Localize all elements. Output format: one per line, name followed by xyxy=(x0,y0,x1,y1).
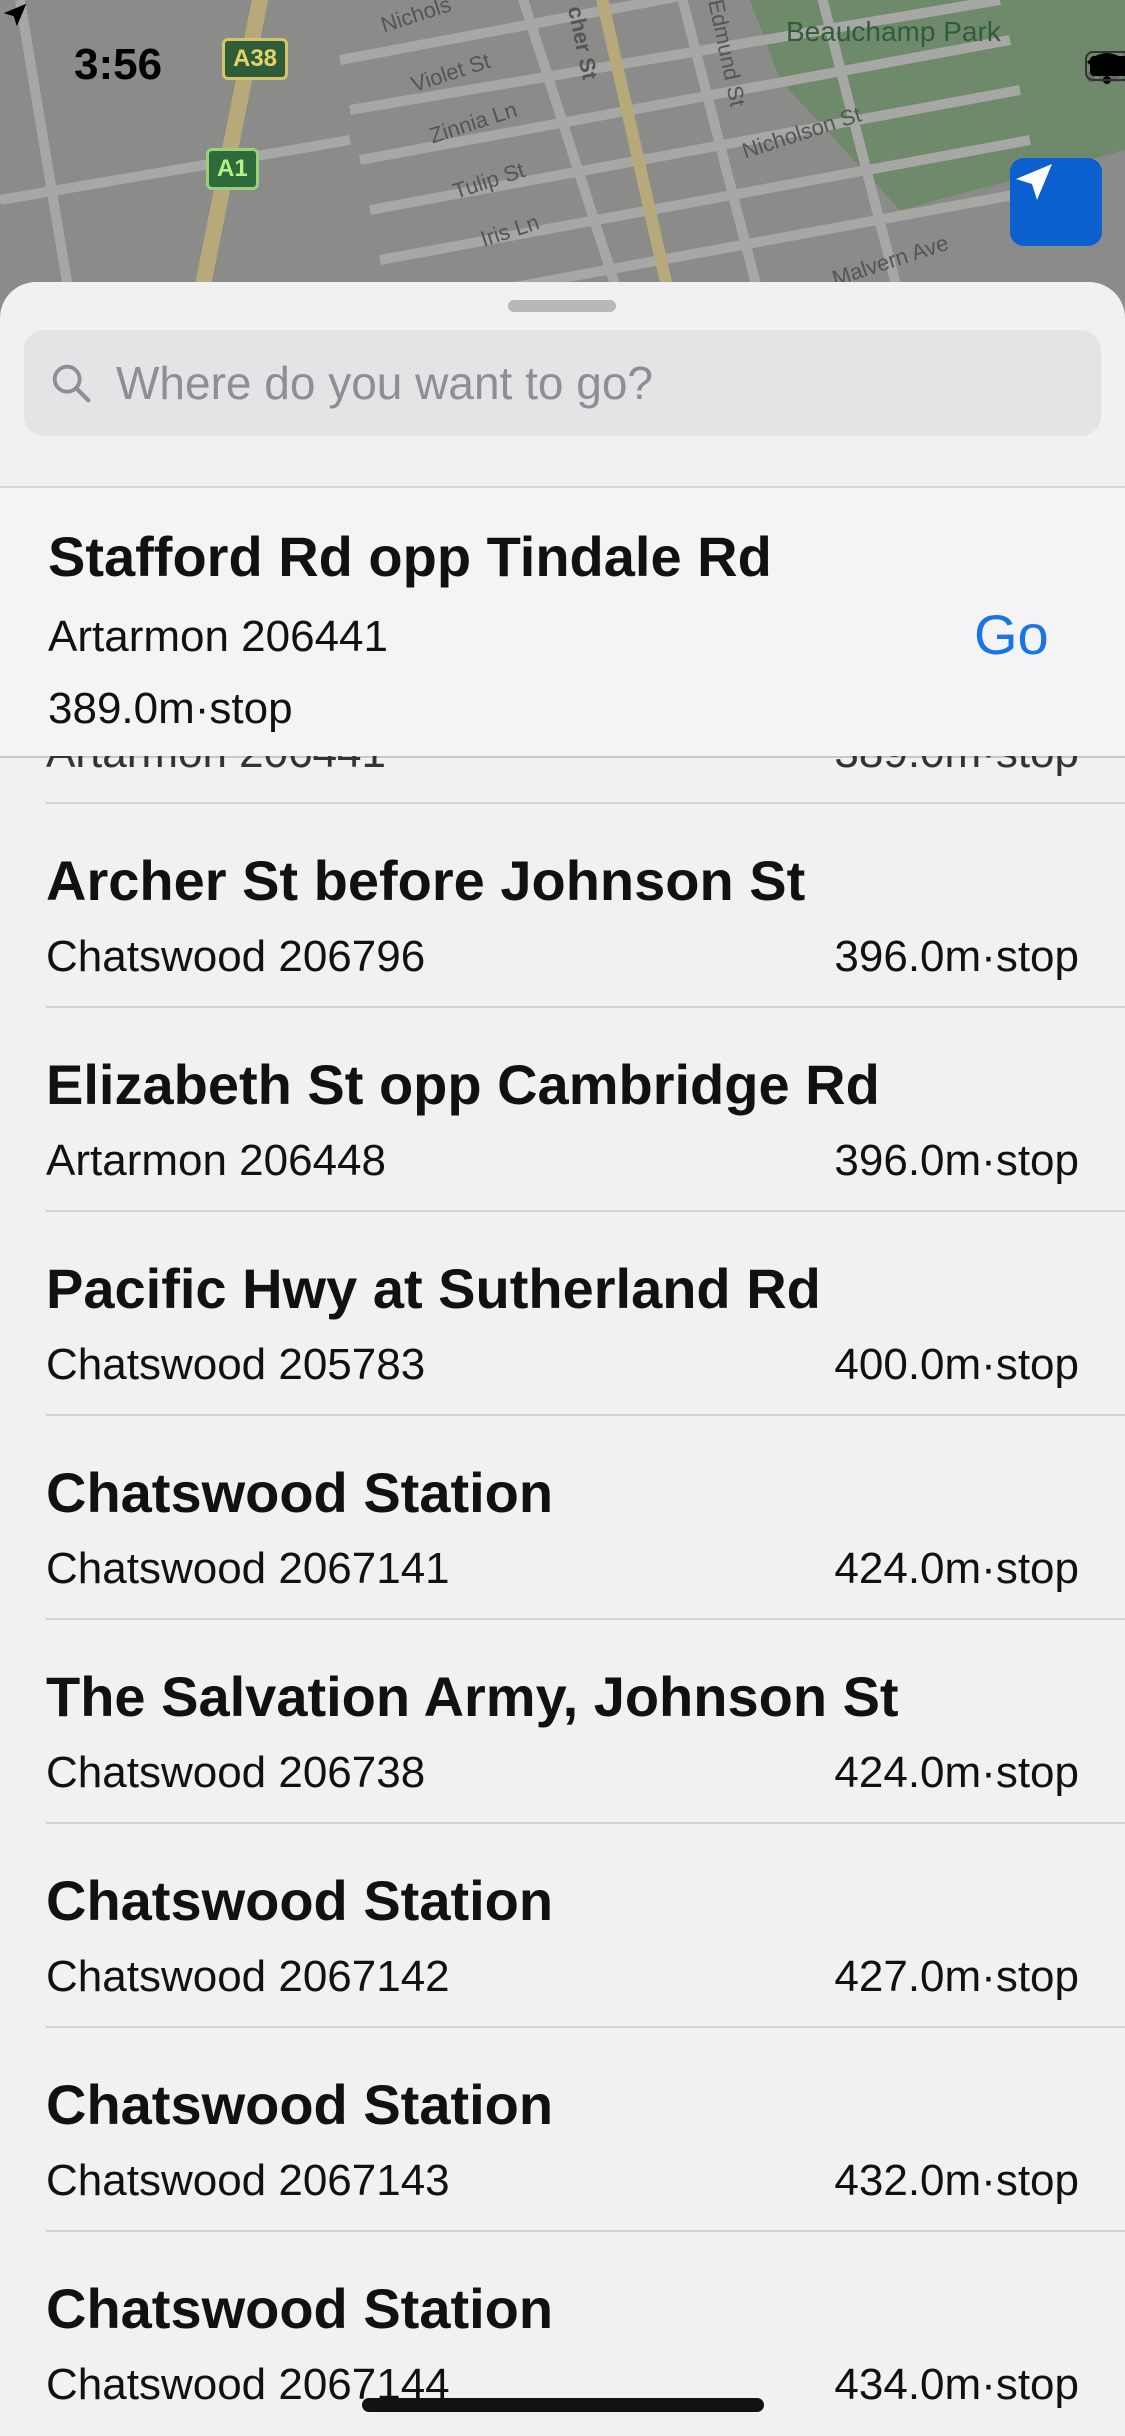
selected-stop-subtitle: Artarmon 206441 xyxy=(48,612,388,661)
stop-distance: 432.0m·stop xyxy=(834,2156,1079,2205)
search-input[interactable] xyxy=(114,355,1018,411)
list-item[interactable]: Chatswood Station Chatswood 2067141 424.… xyxy=(0,1416,1125,1620)
ghost-subtitle: Artarmon 206441 xyxy=(46,756,386,778)
selected-stop-card[interactable]: Stafford Rd opp Tindale Rd Artarmon 2064… xyxy=(0,488,1125,756)
stop-name: Chatswood Station xyxy=(46,2277,554,2340)
stop-subtitle: Chatswood 2067141 xyxy=(46,1544,450,1593)
road-shield-a38: A38 xyxy=(222,38,289,80)
stop-distance: 434.0m·stop xyxy=(834,2360,1079,2409)
stop-name: Pacific Hwy at Sutherland Rd xyxy=(46,1257,821,1320)
battery-icon xyxy=(1085,51,1125,81)
stop-subtitle: Chatswood 206796 xyxy=(46,932,426,981)
stop-distance: 424.0m·stop xyxy=(834,1748,1079,1797)
stop-distance: 396.0m·stop xyxy=(834,932,1079,981)
location-arrow-icon xyxy=(3,3,27,27)
locate-button[interactable] xyxy=(1010,158,1102,246)
road-shield-a1: A1 xyxy=(206,148,259,190)
stop-subtitle: Chatswood 206738 xyxy=(46,1748,426,1797)
stop-name: Chatswood Station xyxy=(46,2073,554,2136)
search-bar[interactable] xyxy=(24,330,1101,436)
home-indicator[interactable] xyxy=(362,2398,764,2412)
navigate-icon xyxy=(1016,164,1052,200)
selected-stop-title: Stafford Rd opp Tindale Rd xyxy=(48,525,772,588)
stop-distance: 396.0m·stop xyxy=(834,1136,1079,1185)
stop-subtitle: Chatswood 2067142 xyxy=(46,1952,450,2001)
stop-subtitle: Artarmon 206448 xyxy=(46,1136,386,1185)
map-view[interactable]: Beauchamp Park Nichols Violet St Zinnia … xyxy=(0,0,1125,300)
stop-name: Chatswood Station xyxy=(46,1869,554,1932)
list-item[interactable]: Chatswood Station Chatswood 2067143 432.… xyxy=(0,2028,1125,2232)
list-item[interactable]: Elizabeth St opp Cambridge Rd Artarmon 2… xyxy=(0,1008,1125,1212)
stop-name: Elizabeth St opp Cambridge Rd xyxy=(46,1053,880,1116)
list-item[interactable]: Pacific Hwy at Sutherland Rd Chatswood 2… xyxy=(0,1212,1125,1416)
sheet-drag-handle[interactable] xyxy=(508,300,616,312)
stop-distance: 400.0m·stop xyxy=(834,1340,1079,1389)
stop-distance: 427.0m·stop xyxy=(834,1952,1079,2001)
partially-hidden-row: Artarmon 206441 389.0m·stop xyxy=(0,756,1125,786)
list-item[interactable]: Chatswood Station Chatswood 2067142 427.… xyxy=(0,1824,1125,2028)
bottom-sheet[interactable]: Stafford Rd opp Tindale Rd Artarmon 2064… xyxy=(0,282,1125,2436)
list-item[interactable]: Archer St before Johnson St Chatswood 20… xyxy=(0,804,1125,1008)
selected-stop-distance: 389.0m·stop xyxy=(48,684,293,733)
stop-name: The Salvation Army, Johnson St xyxy=(46,1665,899,1728)
ghost-distance: 389.0m·stop xyxy=(834,756,1079,778)
stop-distance: 424.0m·stop xyxy=(834,1544,1079,1593)
search-icon xyxy=(52,364,91,403)
stop-name: Archer St before Johnson St xyxy=(46,849,806,912)
stop-subtitle: Chatswood 205783 xyxy=(46,1340,426,1389)
status-time: 3:56 xyxy=(74,40,163,89)
stop-name: Chatswood Station xyxy=(46,1461,554,1524)
go-button[interactable]: Go xyxy=(974,602,1049,667)
park-label: Beauchamp Park xyxy=(786,16,1001,47)
list-item[interactable]: The Salvation Army, Johnson St Chatswood… xyxy=(0,1620,1125,1824)
stop-subtitle: Chatswood 2067143 xyxy=(46,2156,450,2205)
